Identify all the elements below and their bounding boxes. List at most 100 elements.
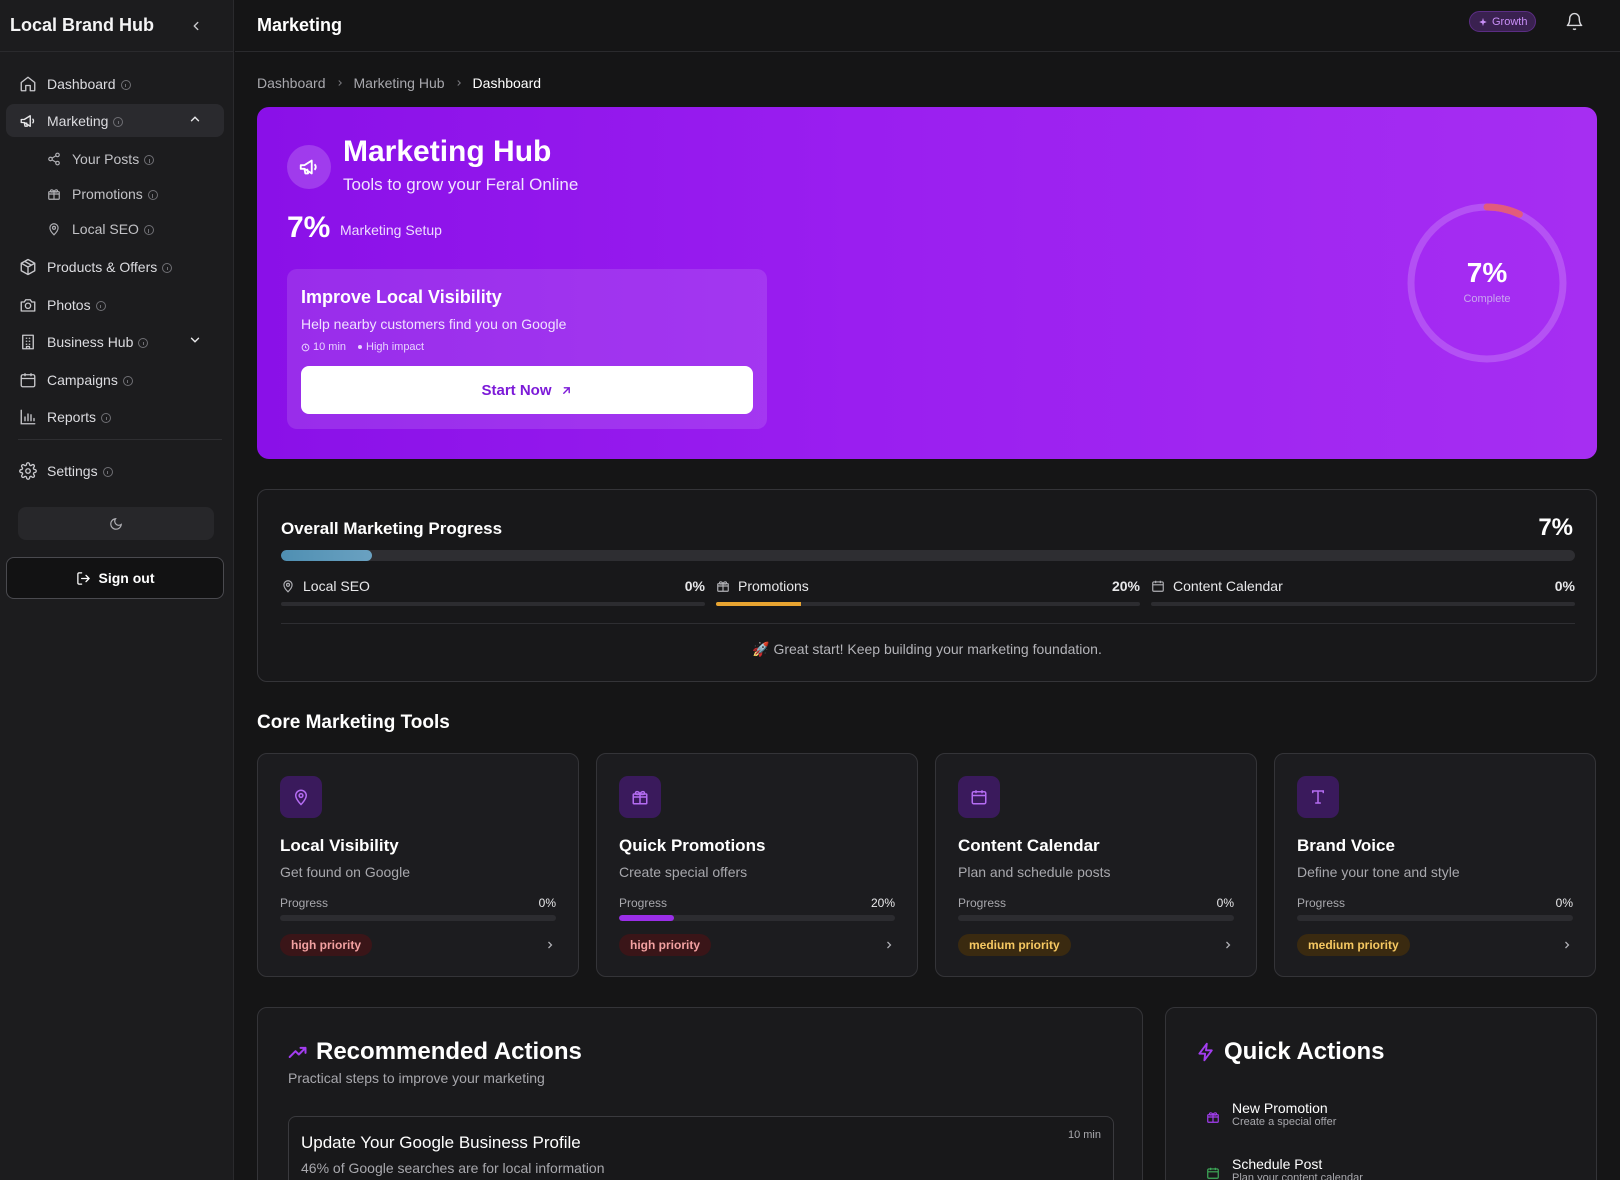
sidebar-item-label: Settings: [47, 462, 98, 479]
progress-item-percent: 0%: [684, 578, 705, 594]
collapse-sidebar-icon[interactable]: [189, 19, 203, 33]
progress-percent: 7%: [1538, 514, 1573, 541]
home-icon: [18, 75, 38, 93]
chevron-right-icon[interactable]: [1561, 939, 1573, 951]
chevron-right-icon[interactable]: [883, 939, 895, 951]
hero-title: Marketing Hub: [343, 135, 552, 168]
tool-progress-label: Progress: [619, 896, 668, 910]
tool-card-local-visibility[interactable]: Local Visibility Get found on Google Pro…: [257, 753, 579, 977]
info-icon[interactable]: [162, 262, 173, 273]
next-step-title: Improve Local Visibility: [301, 287, 502, 307]
action-time: 10 min: [1067, 1129, 1101, 1141]
info-icon[interactable]: [147, 190, 158, 200]
divider: [281, 623, 1575, 624]
progress-item-label: Local SEO: [303, 578, 370, 594]
info-icon[interactable]: [113, 116, 124, 127]
info-icon[interactable]: [95, 300, 106, 311]
plan-badge-label: Growth: [1492, 15, 1528, 28]
tool-card-brand-voice[interactable]: Brand Voice Define your tone and style P…: [1274, 753, 1596, 977]
quick-actions-title: Quick Actions: [1196, 1038, 1384, 1066]
sidebar-item-marketing[interactable]: Marketing: [6, 104, 224, 137]
sidebar-divider: [18, 439, 222, 440]
start-now-button[interactable]: Start Now: [301, 366, 753, 414]
megaphone-icon: [18, 112, 38, 130]
log-out-icon: [76, 571, 91, 586]
sign-out-button[interactable]: Sign out: [6, 557, 224, 599]
ring-percent: 7%: [1466, 257, 1508, 288]
sparkle-icon: [1478, 17, 1488, 27]
tool-progress-bar: [1297, 915, 1573, 921]
zap-icon: [1196, 1042, 1216, 1062]
sidebar-item-reports[interactable]: Reports: [6, 400, 224, 433]
sign-out-label: Sign out: [98, 570, 155, 586]
tool-card-content-calendar[interactable]: Content Calendar Plan and schedule posts…: [935, 753, 1257, 977]
recommended-action-item[interactable]: Update Your Google Business Profile 46% …: [288, 1116, 1114, 1180]
map-pin-icon: [280, 776, 322, 818]
gear-icon: [18, 461, 38, 480]
chevron-right-icon[interactable]: [544, 939, 556, 951]
quick-action-schedule-post[interactable]: Schedule Post Plan your content calendar: [1206, 1156, 1363, 1180]
recommended-title-text: Recommended Actions: [316, 1038, 582, 1065]
tool-progress-percent: 20%: [870, 896, 895, 910]
progress-item-label: Promotions: [738, 578, 809, 594]
info-icon[interactable]: [143, 225, 154, 235]
tool-progress-label: Progress: [958, 896, 1007, 910]
info-icon[interactable]: [144, 155, 155, 165]
promotions-progress: Promotions 20%: [716, 578, 1140, 606]
camera-icon: [18, 296, 38, 314]
sidebar: Local Brand Hub Dashboard Marketing Your…: [0, 0, 234, 1180]
sidebar-subitem-local-seo[interactable]: Local SEO: [46, 215, 154, 243]
chevron-right-icon[interactable]: [1222, 939, 1234, 951]
breadcrumb-link[interactable]: Dashboard: [257, 75, 326, 91]
tool-progress-bar: [958, 915, 1234, 921]
sidebar-subitem-your-posts[interactable]: Your Posts: [46, 145, 155, 173]
sidebar-item-campaigns[interactable]: Campaigns: [6, 363, 224, 396]
quick-action-description: Create a special offer: [1232, 1116, 1337, 1128]
sidebar-subitem-promotions[interactable]: Promotions: [46, 180, 158, 208]
calendar-icon: [958, 776, 1000, 818]
chevron-down-icon[interactable]: [185, 333, 205, 347]
sidebar-item-products-offers[interactable]: Products & Offers: [6, 250, 224, 283]
gift-icon: [1206, 1106, 1220, 1128]
map-pin-icon: [281, 579, 295, 593]
info-icon[interactable]: [122, 375, 133, 386]
info-icon[interactable]: [138, 337, 149, 348]
bell-icon[interactable]: [1565, 12, 1584, 31]
chevron-up-icon[interactable]: [185, 112, 205, 126]
topbar: Marketing: [235, 0, 1620, 52]
info-icon[interactable]: [120, 79, 131, 90]
info-icon[interactable]: [102, 466, 113, 477]
theme-toggle-button[interactable]: [18, 507, 214, 540]
plan-badge[interactable]: Growth: [1469, 11, 1537, 32]
priority-badge: medium priority: [958, 934, 1071, 956]
sidebar-item-settings[interactable]: Settings: [6, 454, 224, 487]
breadcrumb: Dashboard Marketing Hub Dashboard: [257, 75, 541, 91]
next-step-meta: 10 min High impact: [301, 341, 424, 353]
time-estimate: 10 min: [313, 341, 347, 353]
tool-card-quick-promotions[interactable]: Quick Promotions Create special offers P…: [596, 753, 918, 977]
priority-badge: high priority: [280, 934, 372, 956]
page-title: Marketing: [257, 15, 343, 35]
sidebar-item-photos[interactable]: Photos: [6, 288, 224, 321]
action-description: 46% of Google searches are for local inf…: [301, 1160, 605, 1176]
chevron-right-icon: [454, 78, 464, 88]
breadcrumb-link[interactable]: Marketing Hub: [354, 75, 445, 91]
breadcrumb-current: Dashboard: [472, 75, 542, 91]
sidebar-item-dashboard[interactable]: Dashboard: [6, 67, 224, 100]
tool-progress-bar: [280, 915, 556, 921]
gift-icon: [619, 776, 661, 818]
overall-progress-card: Overall Marketing Progress 7% Local SEO …: [257, 489, 1597, 682]
sidebar-item-business-hub[interactable]: Business Hub: [6, 325, 224, 358]
next-step-description: Help nearby customers find you on Google: [301, 316, 567, 332]
info-icon[interactable]: [101, 412, 112, 423]
impact-label: High impact: [366, 341, 425, 353]
priority-badge: high priority: [619, 934, 711, 956]
tool-title: Content Calendar: [958, 836, 1100, 855]
calendar-icon: [1151, 579, 1165, 593]
sidebar-header: Local Brand Hub: [0, 0, 233, 52]
trending-up-icon: [288, 1042, 308, 1062]
dot-icon: [358, 345, 363, 349]
progress-item-label: Content Calendar: [1173, 578, 1283, 594]
tool-title: Local Visibility: [280, 836, 399, 855]
quick-action-new-promotion[interactable]: New Promotion Create a special offer: [1206, 1100, 1336, 1128]
